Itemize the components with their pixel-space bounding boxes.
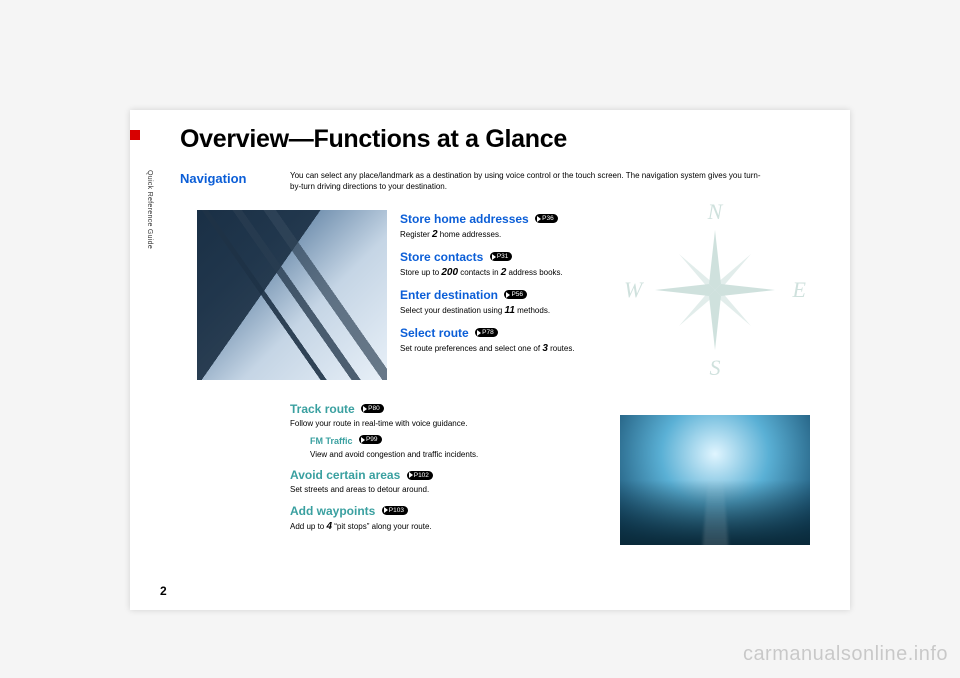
- page-ref-pill: P99: [359, 435, 382, 444]
- feature-desc: Register 2 home addresses.: [400, 228, 700, 242]
- page-ref-pill: P56: [504, 290, 527, 299]
- feature-desc: Set route preferences and select one of …: [400, 342, 700, 356]
- feature-title: Select route: [400, 326, 469, 340]
- page-ref-pill: P36: [535, 214, 558, 223]
- emphasis-number: 200: [441, 267, 458, 278]
- compass-e: E: [793, 277, 806, 303]
- feature-title: Store contacts: [400, 250, 483, 264]
- feature-desc: Store up to 200 contacts in 2 address bo…: [400, 266, 700, 280]
- emphasis-number: 11: [505, 305, 515, 316]
- sub-feature-title: FM Traffic: [310, 436, 353, 446]
- feature-avoid-areas: Avoid certain areas P102 Set streets and…: [290, 466, 640, 495]
- feature-desc: Select your destination using 11 methods…: [400, 304, 700, 318]
- text: routes.: [548, 344, 575, 353]
- text: Register: [400, 230, 432, 239]
- feature-title: Enter destination: [400, 288, 498, 302]
- page-ref-pill: P31: [490, 252, 513, 261]
- compass-n: N: [708, 199, 723, 225]
- page-ref-pill: P80: [361, 404, 384, 413]
- feature-title: Avoid certain areas: [290, 468, 400, 482]
- text: Add up to: [290, 522, 326, 531]
- feature-select-route: Select route P78 Set route preferences a…: [400, 324, 700, 356]
- text: “pit stops” along your route.: [332, 522, 432, 531]
- sub-feature-desc: View and avoid congestion and traffic in…: [310, 449, 640, 460]
- text: home addresses.: [438, 230, 502, 239]
- sub-feature-fm-traffic: FM Traffic P99 View and avoid congestion…: [300, 431, 640, 460]
- feature-title: Add waypoints: [290, 504, 375, 518]
- sidebar-guide-label: Quick Reference Guide: [146, 170, 153, 249]
- feature-desc: Add up to 4 “pit stops” along your route…: [290, 520, 640, 534]
- navigation-heading: Navigation: [180, 171, 246, 186]
- feature-list-bottom: Track route P80 Follow your route in rea…: [290, 400, 640, 540]
- feature-list-top: Store home addresses P36 Register 2 home…: [400, 210, 700, 362]
- page-ref-pill: P78: [475, 328, 498, 337]
- feature-store-home: Store home addresses P36 Register 2 home…: [400, 210, 700, 242]
- text: Select your destination using: [400, 306, 505, 315]
- text: Store up to: [400, 268, 441, 277]
- manual-page: Quick Reference Guide 2 Overview—Functio…: [130, 110, 850, 610]
- section-marker: [130, 130, 140, 140]
- feature-title: Store home addresses: [400, 212, 529, 226]
- feature-add-waypoints: Add waypoints P103 Add up to 4 “pit stop…: [290, 502, 640, 534]
- compass-s: S: [710, 355, 721, 381]
- feature-track-route: Track route P80 Follow your route in rea…: [290, 400, 640, 460]
- feature-desc: Set streets and areas to detour around.: [290, 484, 640, 495]
- text: address books.: [506, 268, 562, 277]
- skyscraper-image: [197, 210, 387, 380]
- feature-enter-destination: Enter destination P56 Select your destin…: [400, 286, 700, 318]
- watermark: carmanualsonline.info: [743, 643, 948, 666]
- page-ref-pill: P102: [407, 471, 433, 480]
- feature-title: Track route: [290, 402, 355, 416]
- page-number: 2: [160, 584, 167, 598]
- page-ref-pill: P103: [382, 506, 408, 515]
- navigation-intro: You can select any place/landmark as a d…: [290, 170, 770, 192]
- highway-image: [620, 415, 810, 545]
- feature-store-contacts: Store contacts P31 Store up to 200 conta…: [400, 248, 700, 280]
- feature-desc: Follow your route in real-time with voic…: [290, 418, 640, 429]
- text: Set route preferences and select one of: [400, 344, 542, 353]
- text: methods.: [515, 306, 550, 315]
- text: contacts in: [458, 268, 501, 277]
- page-title: Overview—Functions at a Glance: [180, 125, 567, 154]
